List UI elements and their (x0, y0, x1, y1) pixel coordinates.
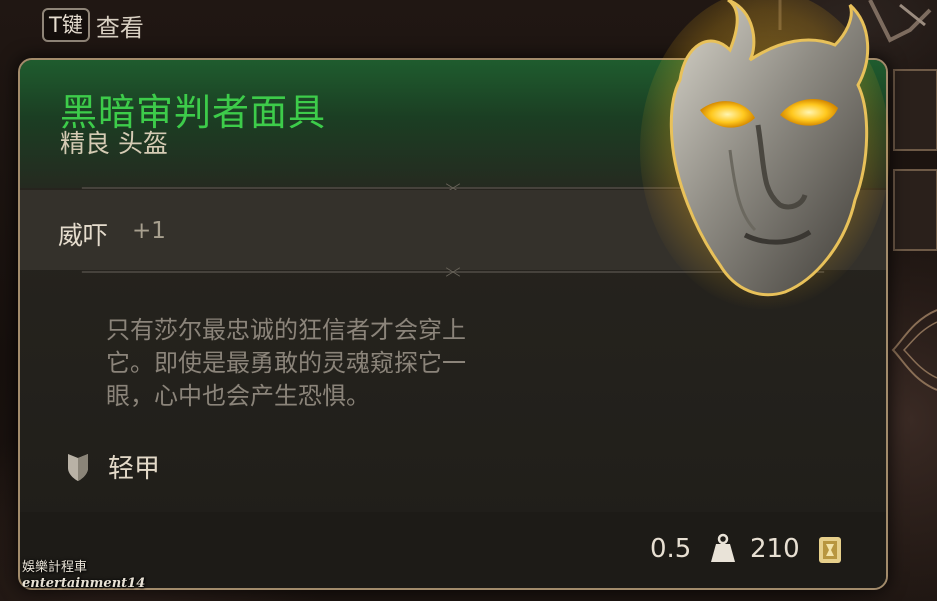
item-value: 210 (750, 534, 800, 564)
item-rarity-type: 精良 头盔 (60, 129, 168, 158)
watermark-line-1: 娛樂計程車 (22, 560, 88, 575)
description-line: 它。即使是最勇敢的灵魂窥探它一 (106, 349, 466, 377)
t-key-badge: T键 (42, 8, 90, 42)
view-label: 查看 (95, 13, 144, 42)
view-hint[interactable]: T键 查看 (42, 8, 144, 42)
shield-icon (68, 453, 88, 481)
side-panel-frame (891, 69, 937, 391)
stat-name: 威吓 (58, 221, 109, 250)
stat-value: +1 (132, 218, 166, 244)
item-mask-image (640, 0, 890, 310)
description-line: 只有莎尔最忠诚的狂信者才会穿上 (106, 316, 466, 344)
armor-type: 轻甲 (66, 448, 160, 485)
item-description: 只有莎尔最忠诚的狂信者才会穿上 它。即使是最勇敢的灵魂窥探它一 眼，心中也会产生… (106, 314, 606, 413)
armor-type-label: 轻甲 (108, 454, 161, 484)
weight-icon (711, 533, 735, 562)
description-line: 眼，心中也会产生恐惧。 (106, 382, 370, 410)
item-weight: 0.5 (650, 534, 692, 564)
watermark: 娛樂計程車 entertainment14 (22, 560, 145, 592)
gold-coin-icon (819, 537, 841, 563)
watermark-line-2: entertainment14 (22, 576, 146, 591)
